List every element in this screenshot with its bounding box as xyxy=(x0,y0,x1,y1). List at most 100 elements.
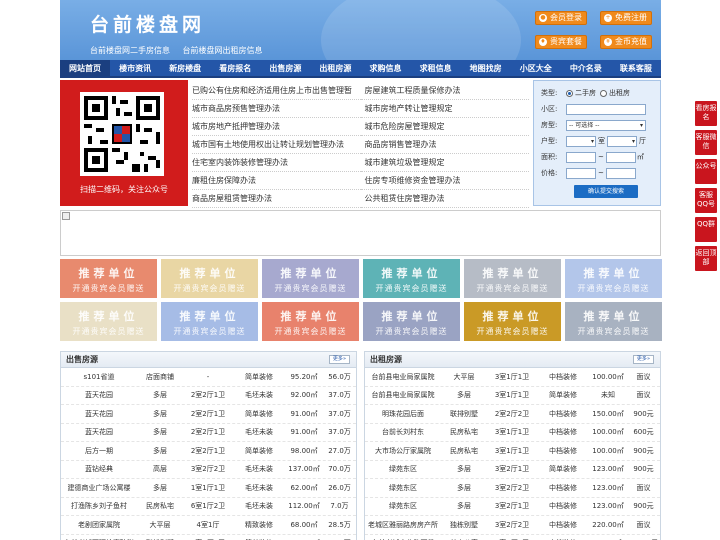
table-cell[interactable]: 台前县电业局家属院 xyxy=(365,372,441,382)
float-back-to-top[interactable]: 返回顶部 xyxy=(695,246,717,271)
promo-card[interactable]: 推荐单位 开通贵宾会员赠送 xyxy=(363,302,460,341)
rental-radio[interactable] xyxy=(600,89,607,97)
area-min-input[interactable] xyxy=(566,151,596,163)
table-cell[interactable]: 老城区雅丽路房房产所 xyxy=(365,520,441,530)
table-row[interactable]: 台前县电业局家属院 多层 3室1厅1卫 简单装修 未知 面议 xyxy=(365,387,660,405)
float-viewing-signup[interactable]: 看房报名 xyxy=(695,101,717,126)
table-row[interactable]: 老城区雅丽路房房产所 独栋别墅 3室2厅2卫 中档装修 220.00㎡ 面议 xyxy=(365,516,660,535)
rental-info-link[interactable]: 台前楼盘网出租房信息 xyxy=(183,46,263,55)
policy-link[interactable]: 廉租住房保障办法 xyxy=(192,172,361,190)
rent-more-button[interactable]: 更多» xyxy=(632,355,654,364)
table-row[interactable]: 蓝天花园 多层 2室2厅1卫 毛坯未装 91.00㎡ 37.0万 xyxy=(61,424,356,442)
promo-card[interactable]: 推荐单位 开通贵宾会员赠送 xyxy=(464,259,561,298)
table-cell[interactable]: 打渔陈乡刘子鱼村 xyxy=(61,501,137,511)
nav-for-sale[interactable]: 出售房源 xyxy=(260,60,310,76)
nav-contact[interactable]: 联系客服 xyxy=(611,60,661,76)
policy-link[interactable]: 住宅室内装饰装修管理办法 xyxy=(192,154,361,172)
table-cell[interactable]: 台前长刘村东 xyxy=(365,427,441,437)
table-row[interactable]: 大市场公厅家属院 民房私宅 3室1厅1卫 中档装修 100.00㎡ 900元 xyxy=(365,442,660,461)
table-row[interactable]: 蓝钻经典 高层 3室2厅2卫 毛坯未装 137.00㎡ 70.0万 xyxy=(61,461,356,479)
table-cell[interactable]: 蓝天花园 xyxy=(61,427,137,437)
hall-select[interactable]: ▾ xyxy=(607,135,637,147)
table-row[interactable]: 蓝天花园 多层 2室2厅1卫 毛坯未装 92.00㎡ 37.0万 xyxy=(61,387,356,405)
table-cell[interactable]: 蓝钻经典 xyxy=(61,464,137,474)
layout-select[interactable]: -- 可选择 -- ▾ xyxy=(566,119,646,131)
table-cell[interactable]: 建德商业广场公寓楼 xyxy=(61,483,137,493)
promo-card[interactable]: 推荐单位 开通贵宾会员赠送 xyxy=(161,302,258,341)
table-row[interactable]: s101省道 店面商铺 - 简单装修 95.20㎡ 56.0万 xyxy=(61,368,356,387)
table-row[interactable]: 台前老城文化路西段单身公寓1室1厅1卫中档装修40.00㎡99999元 xyxy=(365,535,660,540)
table-cell[interactable]: 台前县电业局家属院 xyxy=(365,390,441,400)
policy-link[interactable]: 已购公有住房和经济适用住房上市出售管理暂 xyxy=(192,82,361,100)
policy-link[interactable]: 商品房销售管理办法 xyxy=(360,136,529,154)
promo-card[interactable]: 推荐单位 开通贵宾会员赠送 xyxy=(262,302,359,341)
area-max-input[interactable] xyxy=(605,151,636,163)
table-cell[interactable]: 蓝天花园 xyxy=(61,409,137,419)
table-cell[interactable]: 蓝天花园 xyxy=(61,390,137,400)
promo-card[interactable]: 推荐单位 开通贵宾会员赠送 xyxy=(161,259,258,298)
float-service-qq[interactable]: 客服QQ号 xyxy=(695,188,717,213)
coin-recharge-button[interactable]: ¥ 金币充值 xyxy=(600,35,652,49)
promo-card[interactable]: 推荐单位 开通贵宾会员赠送 xyxy=(60,302,157,341)
table-cell[interactable]: 绿苑东区 xyxy=(365,501,441,511)
price-min-input[interactable] xyxy=(566,167,596,179)
nav-agents[interactable]: 中介名录 xyxy=(561,60,611,76)
table-row[interactable]: 蓝天花园 多层 2室2厅1卫 简单装修 91.00㎡ 37.0万 xyxy=(61,405,356,424)
nav-communities[interactable]: 小区大全 xyxy=(511,60,561,76)
policy-link[interactable]: 房屋建筑工程质量保修办法 xyxy=(360,82,529,100)
policy-link[interactable]: 住房专项维修资金管理办法 xyxy=(360,172,529,190)
table-row[interactable]: 建德商业广场公寓楼 多层 1室1厅1卫 毛坯未装 62.00㎡ 26.0万 xyxy=(61,479,356,498)
nav-viewing-signup[interactable]: 看房报名 xyxy=(210,60,260,76)
policy-link[interactable]: 城市国有土地使用权出让转让规划管理办法 xyxy=(192,136,361,154)
table-cell[interactable]: 后方一期 xyxy=(61,446,137,456)
table-row[interactable]: 绿苑东区 多层 3室2厅2卫 中档装修 123.00㎡ 面议 xyxy=(365,479,660,498)
nav-for-rent[interactable]: 出租房源 xyxy=(310,60,360,76)
policy-link[interactable]: 商品房屋租赁管理办法 xyxy=(192,190,361,208)
second-hand-radio[interactable] xyxy=(566,89,573,97)
ad-banner[interactable] xyxy=(60,210,661,256)
promo-card[interactable]: 推荐单位 开通贵宾会员赠送 xyxy=(262,259,359,298)
room-select[interactable]: ▾ xyxy=(566,135,596,147)
member-login-button[interactable]: ● 会员登录 xyxy=(535,11,587,25)
policy-link[interactable]: 城市商品房预售管理办法 xyxy=(192,100,361,118)
table-row[interactable]: 打渔陈乡刘子鱼村 民房私宅 6室1厅2卫 毛坯未装 112.00㎡ 7.0万 xyxy=(61,498,356,516)
site-logo[interactable]: 台前楼盘网 xyxy=(90,10,205,37)
policy-link[interactable]: 城市危险房屋管理规定 xyxy=(360,118,529,136)
promo-card[interactable]: 推荐单位 开通贵宾会员赠送 xyxy=(565,302,662,341)
table-cell[interactable]: 绿苑东区 xyxy=(365,483,441,493)
float-official-account[interactable]: 公众号 xyxy=(695,159,717,184)
nav-news[interactable]: 楼市资讯 xyxy=(110,60,160,76)
policy-link[interactable]: 城市房地产转让管理规定 xyxy=(360,100,529,118)
float-service-wechat[interactable]: 客服微信 xyxy=(695,130,717,155)
promo-card[interactable]: 推荐单位 开通贵宾会员赠送 xyxy=(363,259,460,298)
table-row[interactable]: 老剧团家属院 大平层 4室1厅 精致装修 68.00㎡ 28.5万 xyxy=(61,516,356,535)
price-max-input[interactable] xyxy=(605,167,636,179)
vip-package-button[interactable]: ♦ 贵宾套餐 xyxy=(535,35,587,49)
table-row[interactable]: 绿苑东区 多层 3室2厅1卫 简单装修 123.00㎡ 900元 xyxy=(365,461,660,479)
table-row[interactable]: 明珠花园后面 联排别墅 2室2厅2卫 中档装修 150.00㎡ 900元 xyxy=(365,405,660,424)
nav-map-search[interactable]: 地图找房 xyxy=(461,60,511,76)
nav-new-homes[interactable]: 新房楼盘 xyxy=(160,60,210,76)
policy-link[interactable]: 城市房地产抵押管理办法 xyxy=(192,118,361,136)
table-row[interactable]: 台前长刘村东 民房私宅 3室1厅1卫 中档装修 100.00㎡ 600元 xyxy=(365,424,660,442)
table-cell[interactable]: s101省道 xyxy=(61,372,137,382)
policy-link[interactable]: 公共租赁住房管理办法 xyxy=(360,190,529,208)
table-cell[interactable]: 明珠花园后面 xyxy=(365,409,441,419)
promo-card[interactable]: 推荐单位 开通贵宾会员赠送 xyxy=(565,259,662,298)
nav-wanted-buy[interactable]: 求购信息 xyxy=(360,60,410,76)
table-row[interactable]: 绿苑东区 多层 3室2厅1卫 中档装修 123.00㎡ 900元 xyxy=(365,498,660,516)
sale-more-button[interactable]: 更多» xyxy=(328,355,350,364)
table-cell[interactable]: 大市场公厅家属院 xyxy=(365,446,441,456)
table-row[interactable]: 后方一期 多层 2室2厅1卫 简单装修 98.00㎡ 27.0万 xyxy=(61,442,356,461)
promo-card[interactable]: 推荐单位 开通贵宾会员赠送 xyxy=(60,259,157,298)
policy-link[interactable]: 城市建筑垃圾管理规定 xyxy=(360,154,529,172)
float-qq-group[interactable]: QQ群 xyxy=(695,217,717,242)
table-cell[interactable]: 绿苑东区 xyxy=(365,464,441,474)
nav-home[interactable]: 网站首页 xyxy=(60,60,111,76)
table-row[interactable]: 台前县电业局家属院 大平层 3室1厅1卫 中档装修 100.00㎡ 面议 xyxy=(365,368,660,387)
table-cell[interactable]: 老剧团家属院 xyxy=(61,520,137,530)
search-submit-button[interactable]: 确认提交搜索 xyxy=(574,185,638,198)
free-register-button[interactable]: + 免费注册 xyxy=(600,11,652,25)
nav-wanted-rent[interactable]: 求租信息 xyxy=(411,60,461,76)
community-input[interactable] xyxy=(566,103,646,115)
